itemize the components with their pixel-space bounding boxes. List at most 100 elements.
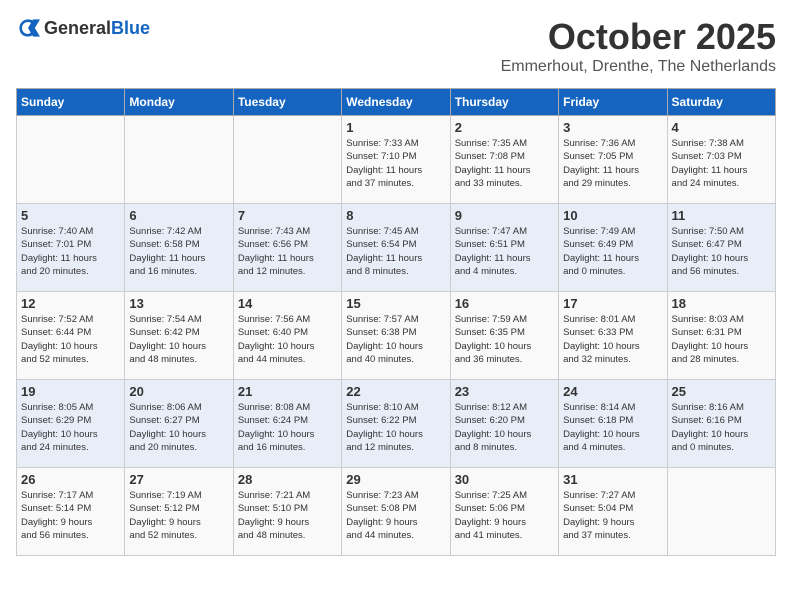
- day-header-monday: Monday: [125, 89, 233, 116]
- day-number: 11: [672, 208, 771, 223]
- day-number: 15: [346, 296, 445, 311]
- day-header-thursday: Thursday: [450, 89, 558, 116]
- day-number: 1: [346, 120, 445, 135]
- month-title: October 2025: [501, 16, 776, 58]
- calendar-cell: 8 Sunrise: 7:45 AM Sunset: 6:54 PM Daylig…: [342, 204, 450, 292]
- day-number: 14: [238, 296, 337, 311]
- cell-content: Sunrise: 7:27 AM Sunset: 5:04 PM Dayligh…: [563, 489, 662, 542]
- calendar-cell: 26 Sunrise: 7:17 AM Sunset: 5:14 PM Dayli…: [17, 468, 125, 556]
- calendar-cell: 10 Sunrise: 7:49 AM Sunset: 6:49 PM Dayli…: [559, 204, 667, 292]
- calendar-cell: 6Sunrise: 7:42 AM Sunset: 6:58 PM Daylig…: [125, 204, 233, 292]
- calendar-table: SundayMondayTuesdayWednesdayThursdayFrid…: [16, 88, 776, 556]
- day-number: 25: [672, 384, 771, 399]
- calendar-week-row: 12Sunrise: 7:52 AM Sunset: 6:44 PM Dayli…: [17, 292, 776, 380]
- cell-content: Sunrise: 7:38 AM Sunset: 7:03 PM Dayligh…: [672, 137, 771, 190]
- cell-content: Sunrise: 8:05 AM Sunset: 6:29 PM Dayligh…: [21, 401, 120, 454]
- page-header: GeneralBlue October 2025 Emmerhout, Dren…: [16, 16, 776, 76]
- day-number: 24: [563, 384, 662, 399]
- day-number: 10: [563, 208, 662, 223]
- calendar-cell: [125, 116, 233, 204]
- cell-content: Sunrise: 7:54 AM Sunset: 6:42 PM Dayligh…: [129, 313, 228, 366]
- day-number: 30: [455, 472, 554, 487]
- calendar-cell: 7 Sunrise: 7:43 AM Sunset: 6:56 PM Daylig…: [233, 204, 341, 292]
- logo-text: GeneralBlue: [44, 18, 150, 39]
- calendar-cell: 20 Sunrise: 8:06 AM Sunset: 6:27 PM Dayli…: [125, 380, 233, 468]
- cell-content: Sunrise: 8:06 AM Sunset: 6:27 PM Dayligh…: [129, 401, 228, 454]
- day-number: 3: [563, 120, 662, 135]
- cell-content: Sunrise: 8:08 AM Sunset: 6:24 PM Dayligh…: [238, 401, 337, 454]
- day-number: 29: [346, 472, 445, 487]
- day-header-tuesday: Tuesday: [233, 89, 341, 116]
- location-subtitle: Emmerhout, Drenthe, The Netherlands: [501, 58, 776, 76]
- calendar-cell: 9 Sunrise: 7:47 AM Sunset: 6:51 PM Daylig…: [450, 204, 558, 292]
- calendar-cell: 12Sunrise: 7:52 AM Sunset: 6:44 PM Dayli…: [17, 292, 125, 380]
- cell-content: Sunrise: 7:23 AM Sunset: 5:08 PM Dayligh…: [346, 489, 445, 542]
- day-number: 18: [672, 296, 771, 311]
- calendar-cell: 28Sunrise: 7:21 AM Sunset: 5:10 PM Dayli…: [233, 468, 341, 556]
- day-number: 2: [455, 120, 554, 135]
- day-number: 23: [455, 384, 554, 399]
- calendar-cell: 15 Sunrise: 7:57 AM Sunset: 6:38 PM Dayli…: [342, 292, 450, 380]
- logo-icon: [16, 16, 40, 40]
- calendar-cell: 19 Sunrise: 8:05 AM Sunset: 6:29 PM Dayli…: [17, 380, 125, 468]
- calendar-week-row: 1 Sunrise: 7:33 AM Sunset: 7:10 PM Daylig…: [17, 116, 776, 204]
- day-header-saturday: Saturday: [667, 89, 775, 116]
- cell-content: Sunrise: 7:52 AM Sunset: 6:44 PM Dayligh…: [21, 313, 120, 366]
- day-number: 13: [129, 296, 228, 311]
- day-number: 7: [238, 208, 337, 223]
- calendar-week-row: 5 Sunrise: 7:40 AM Sunset: 7:01 PM Daylig…: [17, 204, 776, 292]
- cell-content: Sunrise: 8:12 AM Sunset: 6:20 PM Dayligh…: [455, 401, 554, 454]
- day-number: 17: [563, 296, 662, 311]
- title-block: October 2025 Emmerhout, Drenthe, The Net…: [501, 16, 776, 76]
- day-number: 26: [21, 472, 120, 487]
- calendar-cell: [17, 116, 125, 204]
- cell-content: Sunrise: 7:56 AM Sunset: 6:40 PM Dayligh…: [238, 313, 337, 366]
- day-number: 16: [455, 296, 554, 311]
- cell-content: Sunrise: 7:17 AM Sunset: 5:14 PM Dayligh…: [21, 489, 120, 542]
- calendar-cell: 11 Sunrise: 7:50 AM Sunset: 6:47 PM Dayli…: [667, 204, 775, 292]
- day-header-sunday: Sunday: [17, 89, 125, 116]
- cell-content: Sunrise: 8:16 AM Sunset: 6:16 PM Dayligh…: [672, 401, 771, 454]
- calendar-cell: 17 Sunrise: 8:01 AM Sunset: 6:33 PM Dayli…: [559, 292, 667, 380]
- calendar-cell: [233, 116, 341, 204]
- cell-content: Sunrise: 7:19 AM Sunset: 5:12 PM Dayligh…: [129, 489, 228, 542]
- calendar-cell: 29 Sunrise: 7:23 AM Sunset: 5:08 PM Dayli…: [342, 468, 450, 556]
- cell-content: Sunrise: 7:21 AM Sunset: 5:10 PM Dayligh…: [238, 489, 337, 542]
- cell-content: Sunrise: 7:50 AM Sunset: 6:47 PM Dayligh…: [672, 225, 771, 278]
- calendar-week-row: 19 Sunrise: 8:05 AM Sunset: 6:29 PM Dayli…: [17, 380, 776, 468]
- day-number: 5: [21, 208, 120, 223]
- day-number: 31: [563, 472, 662, 487]
- day-number: 21: [238, 384, 337, 399]
- calendar-week-row: 26 Sunrise: 7:17 AM Sunset: 5:14 PM Dayli…: [17, 468, 776, 556]
- calendar-cell: 4 Sunrise: 7:38 AM Sunset: 7:03 PM Daylig…: [667, 116, 775, 204]
- day-number: 6: [129, 208, 228, 223]
- cell-content: Sunrise: 7:43 AM Sunset: 6:56 PM Dayligh…: [238, 225, 337, 278]
- calendar-cell: 3Sunrise: 7:36 AM Sunset: 7:05 PM Daylig…: [559, 116, 667, 204]
- day-number: 9: [455, 208, 554, 223]
- calendar-header-row: SundayMondayTuesdayWednesdayThursdayFrid…: [17, 89, 776, 116]
- cell-content: Sunrise: 7:40 AM Sunset: 7:01 PM Dayligh…: [21, 225, 120, 278]
- calendar-cell: 18Sunrise: 8:03 AM Sunset: 6:31 PM Dayli…: [667, 292, 775, 380]
- cell-content: Sunrise: 8:10 AM Sunset: 6:22 PM Dayligh…: [346, 401, 445, 454]
- day-number: 8: [346, 208, 445, 223]
- day-number: 4: [672, 120, 771, 135]
- day-number: 20: [129, 384, 228, 399]
- calendar-cell: 14 Sunrise: 7:56 AM Sunset: 6:40 PM Dayli…: [233, 292, 341, 380]
- logo: GeneralBlue: [16, 16, 150, 40]
- cell-content: Sunrise: 7:47 AM Sunset: 6:51 PM Dayligh…: [455, 225, 554, 278]
- cell-content: Sunrise: 7:49 AM Sunset: 6:49 PM Dayligh…: [563, 225, 662, 278]
- day-number: 22: [346, 384, 445, 399]
- cell-content: Sunrise: 7:35 AM Sunset: 7:08 PM Dayligh…: [455, 137, 554, 190]
- calendar-cell: 1 Sunrise: 7:33 AM Sunset: 7:10 PM Daylig…: [342, 116, 450, 204]
- calendar-cell: 22 Sunrise: 8:10 AM Sunset: 6:22 PM Dayli…: [342, 380, 450, 468]
- cell-content: Sunrise: 7:25 AM Sunset: 5:06 PM Dayligh…: [455, 489, 554, 542]
- calendar-cell: 27Sunrise: 7:19 AM Sunset: 5:12 PM Dayli…: [125, 468, 233, 556]
- cell-content: Sunrise: 7:57 AM Sunset: 6:38 PM Dayligh…: [346, 313, 445, 366]
- cell-content: Sunrise: 7:33 AM Sunset: 7:10 PM Dayligh…: [346, 137, 445, 190]
- calendar-cell: 25 Sunrise: 8:16 AM Sunset: 6:16 PM Dayli…: [667, 380, 775, 468]
- cell-content: Sunrise: 8:14 AM Sunset: 6:18 PM Dayligh…: [563, 401, 662, 454]
- cell-content: Sunrise: 7:45 AM Sunset: 6:54 PM Dayligh…: [346, 225, 445, 278]
- calendar-cell: 21 Sunrise: 8:08 AM Sunset: 6:24 PM Dayli…: [233, 380, 341, 468]
- day-number: 19: [21, 384, 120, 399]
- cell-content: Sunrise: 8:01 AM Sunset: 6:33 PM Dayligh…: [563, 313, 662, 366]
